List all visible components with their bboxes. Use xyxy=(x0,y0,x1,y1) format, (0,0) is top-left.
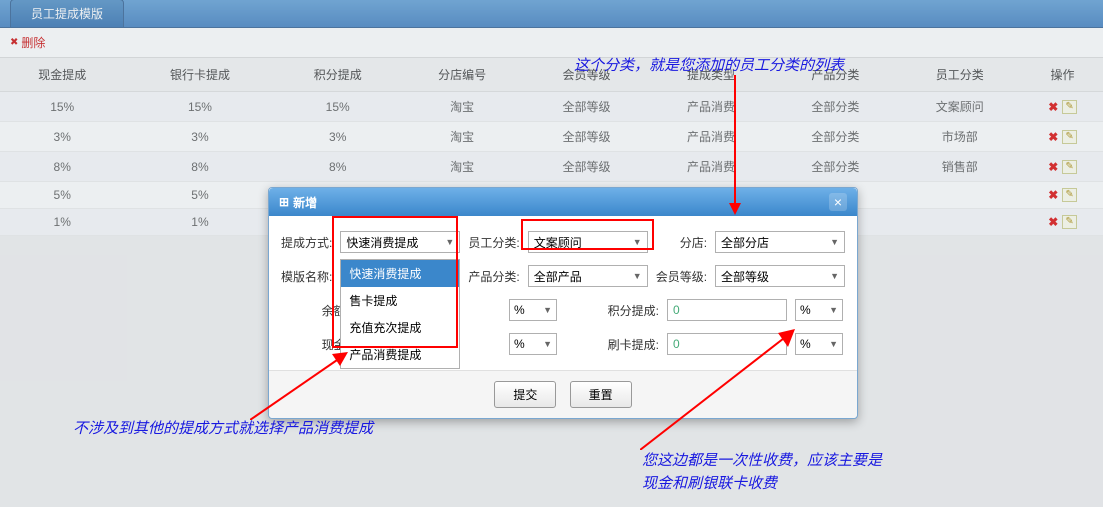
label-store: 分店: xyxy=(656,234,707,251)
label-tplname: 模版名称: xyxy=(281,268,332,285)
method-option[interactable]: 快速消费提成 xyxy=(341,260,459,287)
label-method: 提成方式: xyxy=(281,234,332,251)
card-input[interactable] xyxy=(667,333,787,355)
label-points: 积分提成: xyxy=(567,302,659,319)
label-level: 会员等级: xyxy=(656,268,707,285)
points-input[interactable] xyxy=(667,299,787,321)
method-option[interactable]: 充值充次提成 xyxy=(341,314,459,341)
method-option[interactable]: 售卡提成 xyxy=(341,287,459,314)
submit-button[interactable]: 提交 xyxy=(494,381,556,408)
card-unit-select[interactable]: % xyxy=(795,333,843,355)
ecat-select-value: 文案顾问 xyxy=(534,234,582,251)
ecat-select[interactable]: 文案顾问 xyxy=(528,231,648,253)
add-modal: 新增 × 提成方式: 快速消费提成 快速消费提成售卡提成充值充次提成产品消费提成… xyxy=(268,187,858,419)
label-pcat: 产品分类: xyxy=(468,268,519,285)
store-select[interactable]: 全部分店 xyxy=(715,231,845,253)
pcat-select[interactable]: 全部产品 xyxy=(528,265,648,287)
level-select[interactable]: 全部等级 xyxy=(715,265,845,287)
method-option[interactable]: 产品消费提成 xyxy=(341,341,459,368)
cash-unit-select[interactable]: % xyxy=(509,333,557,355)
method-dropdown: 快速消费提成售卡提成充值充次提成产品消费提成 xyxy=(340,259,460,369)
store-select-value: 全部分店 xyxy=(721,234,769,251)
method-select[interactable]: 快速消费提成 快速消费提成售卡提成充值充次提成产品消费提成 xyxy=(340,231,460,253)
method-select-value: 快速消费提成 xyxy=(346,234,418,251)
label-card: 刷卡提成: xyxy=(567,336,659,353)
close-icon[interactable]: × xyxy=(829,193,847,211)
modal-header: 新增 × xyxy=(269,188,857,216)
balance-unit-select[interactable]: % xyxy=(509,299,557,321)
reset-button[interactable]: 重置 xyxy=(570,381,632,408)
level-select-value: 全部等级 xyxy=(721,268,769,285)
modal-title: 新增 xyxy=(279,194,317,211)
label-ecat: 员工分类: xyxy=(468,234,519,251)
points-unit-select[interactable]: % xyxy=(795,299,843,321)
pcat-select-value: 全部产品 xyxy=(534,268,582,285)
